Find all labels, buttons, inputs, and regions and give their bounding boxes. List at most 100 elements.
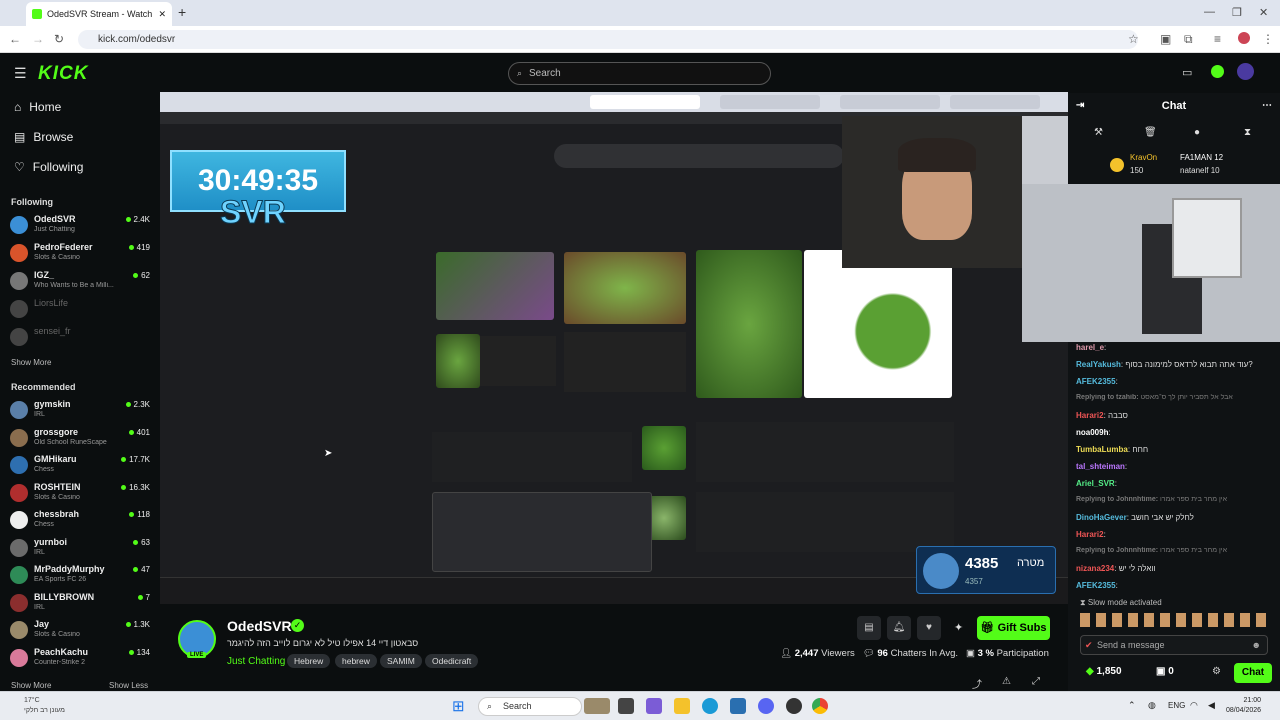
tray-chevron-icon[interactable]: ⌃ (1128, 700, 1136, 711)
chat-message[interactable]: Ariel_SVR: (1076, 479, 1280, 488)
extensions-puzzle-icon[interactable]: ⧉ (1184, 32, 1193, 47)
sidebar-channel[interactable]: ROSHTEIN Slots & Casino 16.3K (10, 481, 150, 507)
url-field[interactable]: kick.com/odedsvr (78, 30, 1138, 49)
forward-icon[interactable]: → (32, 32, 44, 46)
system-clock[interactable]: 21:00 08/04/2026 (1226, 696, 1261, 716)
chat-message[interactable]: noa009h: (1076, 428, 1280, 437)
chat-message[interactable]: TumbaLumba: חחח (1076, 445, 1280, 454)
chat-username[interactable]: harel_e (1076, 343, 1104, 352)
show-more-recommended[interactable]: Show More (11, 681, 51, 690)
chat-message[interactable]: RealYakush: עוד אתה תבוא לרדאס למימונה ב… (1076, 360, 1280, 369)
user-avatar[interactable] (1237, 63, 1254, 80)
sidebar-channel[interactable]: chessbrah Chess 118 (10, 508, 150, 534)
store-icon[interactable] (730, 698, 746, 714)
video-player[interactable]: 30:49:35 SVR 4385 מטרה 4357 ➤ (160, 92, 1068, 604)
chat-reply-context[interactable]: Replying to Johnnhtime: אין מחר בית ספר … (1076, 547, 1280, 554)
tab-close-icon[interactable]: ✕ (158, 9, 166, 20)
sidebar-channel[interactable]: GMHikaru Chess 17.7K (10, 453, 150, 479)
teams-icon[interactable] (646, 698, 662, 714)
close-window-icon[interactable]: ✕ (1259, 6, 1268, 19)
chat-username[interactable]: Replying to Johnnhtime: (1076, 496, 1158, 503)
tray-app-icon[interactable]: ◍ (1148, 700, 1156, 711)
chat-reply-context[interactable]: Replying to tzahib: אבל אל תסביר יותן לך… (1076, 394, 1280, 401)
sidebar-channel[interactable]: sensei_fr (10, 325, 150, 351)
emoji-icon[interactable]: ☻ (1252, 636, 1261, 654)
chat-username[interactable]: tal_shteiman (1076, 462, 1125, 471)
tag-hebrew[interactable]: Hebrew (287, 654, 331, 668)
nav-following[interactable]: ♡ Following (14, 160, 83, 174)
chat-message[interactable]: Harari2: סבבה (1076, 411, 1280, 420)
hourglass-icon[interactable]: ⧗ (1244, 127, 1251, 138)
edge-icon[interactable] (702, 698, 718, 714)
chat-message[interactable]: nizana234: וואלה לי יש (1076, 564, 1280, 573)
discord-icon[interactable] (758, 698, 774, 714)
chat-message[interactable]: AFEK2355: (1076, 581, 1280, 590)
back-icon[interactable]: ← (9, 32, 21, 46)
chat-username[interactable]: DinoHaGever (1076, 513, 1127, 522)
sidebar-channel[interactable]: PedroFederer Slots & Casino 419 (10, 241, 150, 267)
stream-category[interactable]: Just Chatting (227, 656, 285, 667)
file-explorer-icon[interactable] (674, 698, 690, 714)
sidebar-channel[interactable]: grossgore Old School RuneScape 401 (10, 426, 150, 452)
new-tab-icon[interactable]: + (178, 5, 186, 19)
sidebar-channel[interactable]: IGZ_ Who Wants to Be a Milli... 62 (10, 269, 150, 295)
chat-message[interactable]: AFEK2355: (1076, 377, 1280, 386)
tag-samim[interactable]: SAMIM (380, 654, 422, 668)
chat-username[interactable]: Harari2 (1076, 530, 1104, 539)
weather-widget[interactable]: 17°C מעונן רב חלקי (24, 696, 65, 716)
chat-username[interactable]: Replying to Johnnhtime: (1076, 547, 1158, 554)
obs-icon[interactable] (786, 698, 802, 714)
kick-coin-icon[interactable] (1211, 65, 1224, 78)
tag-odedicraft[interactable]: Odedicraft (425, 654, 479, 668)
chat-settings-icon[interactable]: ⚙ (1212, 666, 1221, 677)
show-more-following[interactable]: Show More (11, 358, 51, 367)
collapse-chat-icon[interactable]: ⇥ (1076, 93, 1084, 119)
chrome-icon[interactable] (812, 698, 828, 714)
wifi-icon[interactable]: ◠ (1190, 700, 1198, 711)
hamburger-menu-icon[interactable]: ☰ (14, 65, 27, 82)
report-icon[interactable]: ⚠ (1002, 676, 1011, 687)
sidebar-channel[interactable]: yurnboi IRL 63 (10, 536, 150, 562)
media-icon[interactable]: ≡ (1214, 32, 1221, 46)
task-view-icon[interactable] (618, 698, 634, 714)
chat-reply-context[interactable]: Replying to Johnnhtime: אין מחר בית ספר … (1076, 496, 1280, 503)
widget-thumbnail[interactable] (584, 698, 610, 714)
wallet-icon[interactable]: ▭ (1182, 66, 1192, 79)
tag-hebrew-lower[interactable]: hebrew (335, 654, 377, 668)
chat-username[interactable]: Ariel_SVR (1076, 479, 1115, 488)
gift-subs-button[interactable]: 🎁︎ Gift Subs (977, 616, 1050, 640)
chat-username[interactable]: noa009h (1076, 428, 1108, 437)
kick-logo[interactable]: KICK (38, 63, 88, 85)
points-balance[interactable]: ▣ 0 (1156, 666, 1174, 677)
profile-avatar[interactable] (1238, 32, 1250, 44)
chat-send-button[interactable]: Chat (1234, 663, 1272, 683)
chat-username[interactable]: Harari2 (1076, 411, 1104, 420)
browser-menu-icon[interactable]: ⋮ (1262, 32, 1274, 46)
emote-bar[interactable] (1080, 613, 1268, 627)
maximize-icon[interactable]: ❐ (1232, 6, 1242, 19)
sidebar-channel[interactable]: MrPaddyMurphy EA Sports FC 26 47 (10, 563, 150, 589)
sidebar-channel[interactable]: BILLYBROWN IRL 7 (10, 591, 150, 617)
follow-heart-icon[interactable]: ♥ (917, 616, 941, 640)
send-message-input[interactable]: ✔ Send a message ☻ (1080, 635, 1268, 655)
chat-message[interactable]: DinoHaGever: לחלק יש אבי חושב (1076, 513, 1280, 522)
share-icon[interactable]: ⤴ (972, 676, 982, 691)
streamer-name[interactable]: OdedSVR (227, 618, 292, 634)
sidebar-channel[interactable]: gymskin IRL 2.3K (10, 398, 150, 424)
nav-home[interactable]: ⌂ Home (14, 100, 61, 114)
show-less-recommended[interactable]: Show Less (109, 681, 148, 690)
chat-username[interactable]: AFEK2355 (1076, 377, 1116, 386)
chat-message[interactable]: harel_e: (1076, 343, 1280, 352)
chat-message[interactable]: tal_shteiman: (1076, 462, 1280, 471)
theater-mode-icon[interactable]: ⤢ (1032, 676, 1040, 687)
nav-browse[interactable]: ▤ Browse (14, 130, 73, 144)
browser-tab[interactable]: OdedSVR Stream - Watch L ✕ (26, 2, 172, 26)
chat-message[interactable]: Harari2: (1076, 530, 1280, 539)
sparkle-icon[interactable]: ✦ (954, 621, 963, 634)
chat-username[interactable]: TumbaLumba (1076, 445, 1128, 454)
chat-username[interactable]: AFEK2355 (1076, 581, 1116, 590)
windows-search-input[interactable]: ⌕ Search (478, 697, 582, 716)
kicks-balance[interactable]: ◆ 1,850 (1086, 666, 1122, 677)
extension-icon[interactable]: ▣ (1160, 32, 1171, 46)
clip-icon[interactable]: ▤ (857, 616, 881, 640)
